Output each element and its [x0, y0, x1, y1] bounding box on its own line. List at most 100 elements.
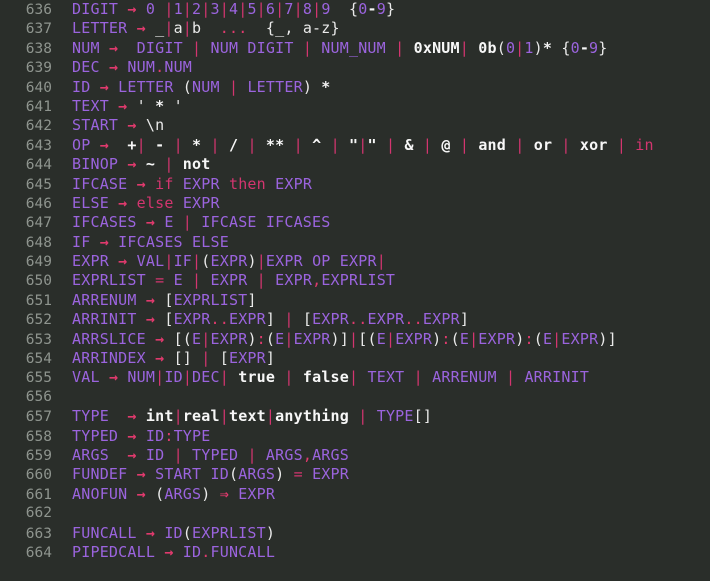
code-token: TYPED	[192, 445, 239, 464]
code-line-source[interactable]: VAL → NUM|ID|DEC| true | false| TEXT | A…	[52, 368, 589, 387]
code-line[interactable]: 651 ARRENUM → [EXPRLIST]	[0, 291, 710, 310]
code-token: TEXT	[72, 96, 109, 115]
code-line-source[interactable]: FUNCALL → ID(EXPRLIST)	[52, 524, 275, 543]
code-token: *	[542, 38, 553, 57]
code-line-source[interactable]: FUNDEF → START ID(ARGS) = EXPR	[52, 465, 349, 484]
code-line-source[interactable]: ID → LETTER (NUM | LETTER) *	[52, 78, 331, 97]
code-token: EXPR	[312, 310, 350, 329]
code-token: )	[247, 329, 257, 348]
code-token: →	[127, 407, 137, 426]
code-line-source[interactable]: ANOFUN → (ARGS) ⇒ EXPR	[52, 485, 275, 504]
code-line[interactable]: 638 NUM → DIGIT | NUM DIGIT | NUM_NUM | 0…	[0, 39, 710, 58]
code-line-source[interactable]: OP → +| - | * | / | ** | ^ | "|" | & | @…	[52, 136, 654, 155]
code-token: real	[182, 407, 220, 426]
code-line[interactable]: 647 IFCASES → E | IFCASE IFCASES	[0, 213, 710, 232]
code-line[interactable]: 643 OP → +| - | * | / | ** | ^ | "|" | & …	[0, 136, 710, 155]
code-line-source[interactable]: PIPEDCALL → ID.FUNCALL	[52, 543, 275, 562]
code-line-source[interactable]: TEXT → ' * '	[52, 97, 183, 116]
code-line-source[interactable]: EXPRLIST = E | EXPR | EXPR,EXPRLIST	[52, 271, 395, 290]
code-line-source[interactable]: LETTER → _|a|b ... {_, a-z}	[52, 19, 340, 38]
code-token: →	[145, 290, 156, 309]
code-line[interactable]: 642 START → \n	[0, 116, 710, 135]
line-number: 640	[25, 79, 52, 96]
line-number: 653	[25, 331, 52, 348]
code-line-source[interactable]: DEC → NUM.NUM	[52, 58, 192, 77]
code-line-source[interactable]: BINOP → ~ | not	[52, 155, 211, 174]
code-line[interactable]: 655 VAL → NUM|ID|DEC| true | false| TEXT …	[0, 368, 710, 387]
code-line-source[interactable]: DIGIT → 0 |1|2|3|4|5|6|7|8|9 {0-9}	[52, 0, 395, 19]
code-line[interactable]: 653 ARRSLICE → [(E|EXPR):(E|EXPR)]|[(E|EX…	[0, 330, 710, 349]
code-line-source[interactable]: ARGS → ID | TYPED | ARGS,ARGS	[52, 446, 349, 465]
code-line[interactable]: 640 ID → LETTER (NUM | LETTER) *	[0, 78, 710, 97]
code-token: IFCASE	[72, 174, 128, 193]
code-token: →	[155, 329, 165, 348]
code-line[interactable]: 649 EXPR → VAL|IF|(EXPR)|EXPR OP EXPR|	[0, 252, 710, 271]
code-token: PIPEDCALL	[72, 542, 156, 561]
code-line[interactable]: 656	[0, 388, 710, 407]
code-line[interactable]: 641 TEXT → ' * '	[0, 97, 710, 116]
code-line-source[interactable]: ELSE → else EXPR	[52, 194, 220, 213]
code-token: BINOP	[72, 155, 119, 174]
code-line-source[interactable]: TYPE → int|real|text|anything | TYPE[]	[52, 407, 432, 426]
line-number: 654	[25, 351, 52, 368]
code-line[interactable]: 654 ARRINDEX → [] | [EXPR]	[0, 349, 710, 368]
code-token: "	[349, 135, 359, 154]
code-token: →	[108, 58, 119, 77]
code-token: ARRENUM	[72, 290, 137, 309]
code-line[interactable]: 663 FUNCALL → ID(EXPRLIST)	[0, 524, 710, 543]
code-token: LETTER	[118, 77, 174, 96]
code-line[interactable]: 660 FUNDEF → START ID(ARGS) = EXPR	[0, 465, 710, 484]
code-line[interactable]: 636 DIGIT → 0 |1|2|3|4|5|6|7|8|9 {0-9}	[0, 0, 710, 19]
code-token: ⇒	[219, 484, 229, 503]
code-line-source[interactable]: ARRENUM → [EXPRLIST]	[52, 291, 257, 310]
code-line[interactable]: 652 ARRINIT → [EXPR..EXPR] | [EXPR..EXPR.…	[0, 310, 710, 329]
code-token: (	[182, 523, 193, 542]
code-line[interactable]: 648 IF → IFCASES ELSE	[0, 233, 710, 252]
code-line-source[interactable]: IF → IFCASES ELSE	[52, 233, 229, 252]
code-line-source[interactable]: TYPED → ID:TYPE	[52, 427, 211, 446]
code-line-source[interactable]: ARRINIT → [EXPR..EXPR] | [EXPR..EXPR..EX…	[52, 310, 469, 329]
code-line[interactable]: 661 ANOFUN → (ARGS) ⇒ EXPR	[0, 485, 710, 504]
code-token: anything	[275, 407, 350, 426]
code-line-source[interactable]: START → \n	[52, 116, 164, 135]
code-line[interactable]: 662	[0, 504, 710, 523]
code-line[interactable]: 644 BINOP → ~ | not	[0, 155, 710, 174]
code-line[interactable]: 664 PIPEDCALL → ID.FUNCALL	[0, 543, 710, 562]
code-line[interactable]: 650 EXPRLIST = E | EXPR | EXPR,EXPRLIST	[0, 271, 710, 290]
code-line[interactable]: 639 DEC → NUM.NUM	[0, 58, 710, 77]
code-line[interactable]: 658 TYPED → ID:TYPE	[0, 427, 710, 446]
code-token: b	[192, 19, 202, 38]
code-line[interactable]: 646 ELSE → else EXPR	[0, 194, 710, 213]
line-number: 664	[25, 544, 52, 561]
code-token: FUNDEF	[72, 465, 128, 484]
code-token: |	[164, 0, 174, 18]
code-token: ID	[145, 445, 165, 464]
code-line-source[interactable]: IFCASES → E | IFCASE IFCASES	[52, 213, 331, 232]
code-token: else	[136, 193, 174, 212]
code-line-source[interactable]: ARRINDEX → [] | [EXPR]	[52, 349, 275, 368]
code-token: (	[182, 77, 193, 96]
code-line-source[interactable]: IFCASE → if EXPR then EXPR	[52, 175, 312, 194]
code-line-list[interactable]: 636 DIGIT → 0 |1|2|3|4|5|6|7|8|9 {0-9} 637…	[0, 0, 710, 562]
code-token: |	[349, 329, 359, 348]
code-editor[interactable]: 636 DIGIT → 0 |1|2|3|4|5|6|7|8|9 {0-9} 637…	[0, 0, 710, 581]
code-token: |	[164, 252, 174, 271]
code-line[interactable]: 645 IFCASE → if EXPR then EXPR	[0, 175, 710, 194]
code-line-source[interactable]: NUM → DIGIT | NUM DIGIT | NUM_NUM | 0xNU…	[52, 39, 608, 58]
code-line-source[interactable]: ARRSLICE → [(E|EXPR):(E|EXPR)]|[(E|EXPR)…	[52, 330, 617, 349]
code-line[interactable]: 657 TYPE → int|real|text|anything | TYPE[…	[0, 407, 710, 426]
code-line[interactable]: 637 LETTER → _|a|b ... {_, a-z}	[0, 19, 710, 38]
code-token: |	[293, 0, 303, 18]
code-token: 7	[284, 0, 294, 18]
code-line[interactable]: 659 ARGS → ID | TYPED | ARGS,ARGS	[0, 446, 710, 465]
code-line-source[interactable]: EXPR → VAL|IF|(EXPR)|EXPR OP EXPR|	[52, 252, 386, 271]
